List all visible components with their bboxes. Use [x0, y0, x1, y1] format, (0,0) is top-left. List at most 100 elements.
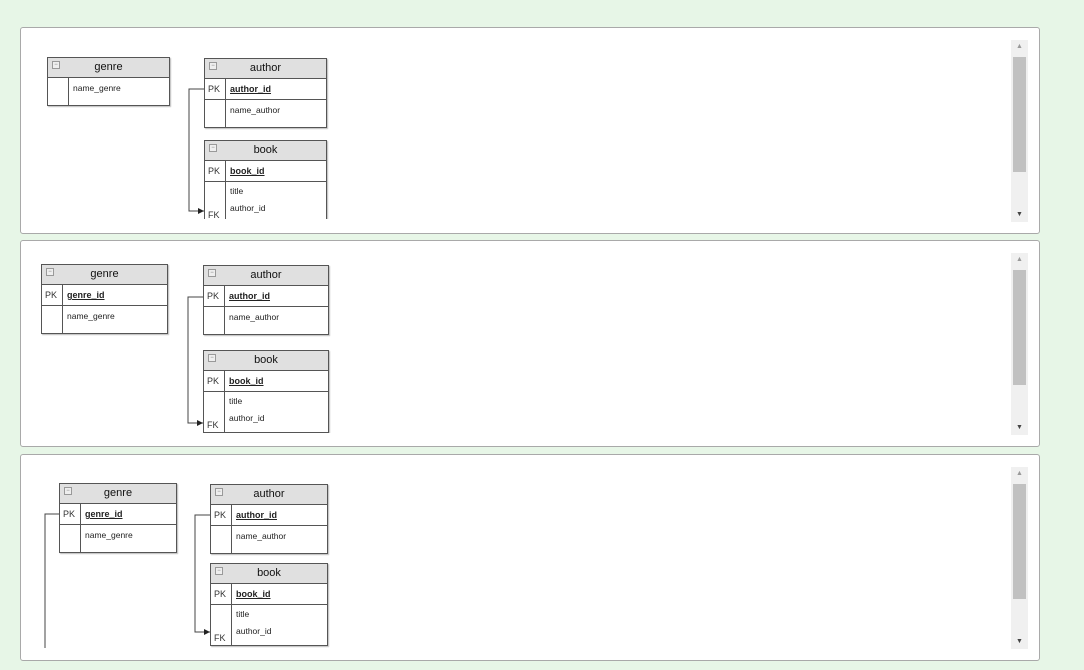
table-header[interactable]: − genre	[42, 265, 167, 285]
diagram-panel: − genre PK genre_id name_genre − author PK autho…	[20, 454, 1040, 661]
collapse-icon[interactable]: −	[209, 62, 217, 70]
scrollbar-thumb[interactable]	[1013, 484, 1026, 599]
table-book[interactable]: − book PK book_id FK title author_id	[204, 140, 327, 219]
scrollbar-thumb[interactable]	[1013, 57, 1026, 172]
field-row[interactable]: PK book_id	[211, 584, 327, 605]
scroll-up-icon[interactable]: ▲	[1011, 43, 1028, 50]
collapse-icon[interactable]: −	[64, 487, 72, 495]
field-name[interactable]: name_author	[236, 526, 327, 546]
field-name[interactable]: genre_id	[67, 285, 167, 305]
vertical-scrollbar[interactable]: ▲ ▼	[1011, 253, 1028, 435]
relationship-lines	[187, 296, 203, 426]
table-genre[interactable]: − genre name_genre	[47, 57, 170, 106]
key-label: PK	[211, 505, 232, 525]
field-row[interactable]: FK title author_id	[204, 392, 328, 432]
table-header[interactable]: − author	[205, 59, 326, 79]
collapse-icon[interactable]: −	[208, 354, 216, 362]
field-name[interactable]: author_id	[236, 505, 327, 525]
key-label	[211, 526, 232, 553]
collapse-icon[interactable]: −	[52, 61, 60, 69]
collapse-icon[interactable]: −	[209, 144, 217, 152]
field-row[interactable]: PK genre_id	[42, 285, 167, 306]
field-row[interactable]: PK book_id	[204, 371, 328, 392]
scroll-up-icon[interactable]: ▲	[1011, 470, 1028, 477]
field-row[interactable]: FK title author_id	[205, 182, 326, 219]
vertical-scrollbar[interactable]: ▲ ▼	[1011, 467, 1028, 649]
field-name[interactable]: title	[230, 185, 326, 198]
field-name[interactable]: author_id	[236, 621, 327, 641]
field-name[interactable]: book_id	[229, 371, 328, 391]
key-label: FK	[211, 605, 232, 645]
field-list: book_id	[232, 584, 327, 604]
diagram-canvas[interactable]: − genre PK genre_id name_genre − author PK autho…	[21, 455, 1011, 648]
field-row[interactable]: name_genre	[48, 78, 169, 105]
field-row[interactable]: name_author	[204, 307, 328, 334]
field-name[interactable]: name_author	[229, 307, 328, 327]
key-label: PK	[204, 371, 225, 391]
field-name[interactable]: author_id	[230, 79, 326, 99]
key-label: FK	[204, 392, 225, 432]
field-row[interactable]: PK genre_id	[60, 504, 176, 525]
scrollbar-thumb[interactable]	[1013, 270, 1026, 385]
diagram-canvas[interactable]: − genre PK genre_id name_genre − author PK autho…	[21, 241, 1011, 433]
collapse-icon[interactable]: −	[215, 567, 223, 575]
diagram-panel: − genre name_genre − author PK author_id name_a…	[20, 27, 1040, 234]
table-header[interactable]: − genre	[48, 58, 169, 78]
field-name[interactable]: name_genre	[85, 525, 176, 545]
table-header[interactable]: − genre	[60, 484, 176, 504]
table-author[interactable]: − author PK author_id name_author	[210, 484, 328, 554]
field-row[interactable]: PK author_id	[204, 286, 328, 307]
field-name[interactable]: genre_id	[85, 504, 176, 524]
field-name[interactable]: author_id	[229, 408, 328, 428]
scroll-down-icon[interactable]: ▼	[1011, 424, 1028, 431]
table-title: author	[253, 488, 285, 500]
field-name[interactable]: title	[229, 395, 328, 408]
table-header[interactable]: − book	[204, 351, 328, 371]
field-name[interactable]: book_id	[230, 161, 326, 181]
relationship-line[interactable]	[187, 296, 203, 424]
table-header[interactable]: − book	[205, 141, 326, 161]
field-row[interactable]: PK book_id	[205, 161, 326, 182]
table-genre[interactable]: − genre PK genre_id name_genre	[59, 483, 177, 553]
field-name[interactable]: title	[236, 608, 327, 621]
table-header[interactable]: − author	[211, 485, 327, 505]
table-title: genre	[94, 61, 123, 73]
field-row[interactable]: FK title author_id	[211, 605, 327, 645]
table-book[interactable]: − book PK book_id FK title author_id	[203, 350, 329, 433]
diagram-canvas[interactable]: − genre name_genre − author PK author_id name_a…	[21, 28, 1011, 219]
field-name[interactable]: book_id	[236, 584, 327, 604]
field-row[interactable]: name_author	[205, 100, 326, 127]
table-book[interactable]: − book PK book_id FK title author_id	[210, 563, 328, 646]
table-author[interactable]: − author PK author_id name_author	[203, 265, 329, 335]
table-header[interactable]: − author	[204, 266, 328, 286]
field-name[interactable]: name_genre	[73, 78, 169, 98]
table-author[interactable]: − author PK author_id name_author	[204, 58, 327, 128]
table-header[interactable]: − book	[211, 564, 327, 584]
field-row[interactable]: name_genre	[42, 306, 167, 333]
key-label	[48, 78, 69, 105]
relationship-line[interactable]	[44, 513, 59, 648]
relationship-line[interactable]	[194, 514, 210, 633]
field-row[interactable]: name_genre	[60, 525, 176, 552]
scroll-up-icon[interactable]: ▲	[1011, 256, 1028, 263]
relationship-line[interactable]	[188, 88, 204, 212]
field-name[interactable]: author_id	[230, 198, 326, 218]
scroll-down-icon[interactable]: ▼	[1011, 211, 1028, 218]
field-row[interactable]: PK author_id	[211, 505, 327, 526]
collapse-icon[interactable]: −	[46, 268, 54, 276]
collapse-icon[interactable]: −	[215, 488, 223, 496]
field-name[interactable]: name_genre	[67, 306, 167, 326]
key-label	[60, 525, 81, 552]
table-title: author	[249, 62, 282, 74]
field-name[interactable]: name_author	[230, 100, 326, 120]
field-list: author_id	[225, 286, 328, 306]
table-genre[interactable]: − genre PK genre_id name_genre	[41, 264, 168, 334]
field-list: genre_id	[81, 504, 176, 524]
scroll-down-icon[interactable]: ▼	[1011, 638, 1028, 645]
collapse-icon[interactable]: −	[208, 269, 216, 277]
key-label	[205, 100, 226, 127]
field-name[interactable]: author_id	[229, 286, 328, 306]
field-row[interactable]: PK author_id	[205, 79, 326, 100]
field-row[interactable]: name_author	[211, 526, 327, 553]
vertical-scrollbar[interactable]: ▲ ▼	[1011, 40, 1028, 222]
